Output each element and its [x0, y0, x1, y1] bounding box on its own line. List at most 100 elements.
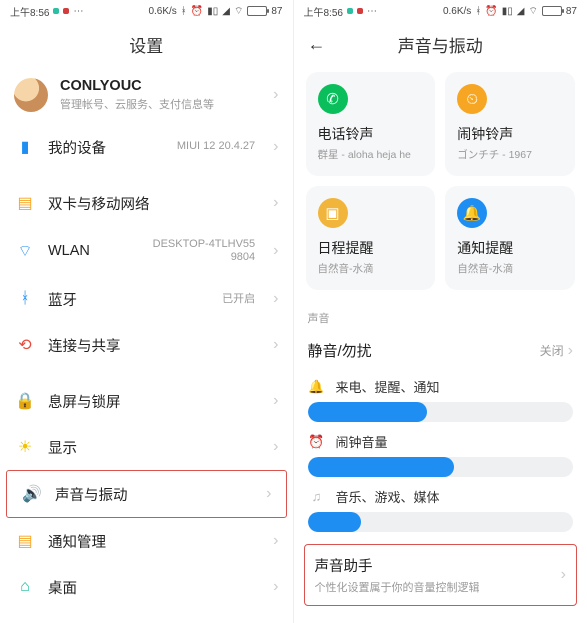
- silent-row[interactable]: 静音/勿扰 关闭 ›: [294, 330, 587, 371]
- card-calendar-reminder[interactable]: ▣ 日程提醒 自然音-水滴: [306, 186, 436, 290]
- assistant-sub: 个性化设置属于你的音量控制逻辑: [315, 579, 480, 595]
- sound-row-highlighted: 🔊 声音与振动 ›: [6, 470, 287, 518]
- battery-pct: 87: [271, 6, 282, 17]
- page-header: ← 声音与振动: [294, 22, 587, 66]
- chevron-right-icon: ›: [273, 86, 278, 104]
- status-more-icon: ⋯: [73, 6, 83, 17]
- media-volume-row: ♫ 音乐、游戏、媒体: [294, 481, 587, 536]
- signal-icon: ▮▯: [207, 6, 218, 17]
- item-label: 息屏与锁屏: [48, 391, 255, 412]
- status-net: 0.6K/s: [443, 6, 471, 17]
- statusbar: 上午8:56 ⋯ 0.6K/s ᚼ ⏰ ▮▯ ◢ ⌔ 87: [294, 0, 587, 22]
- status-time: 上午8:56: [10, 4, 49, 19]
- chevron-right-icon: ›: [273, 336, 278, 354]
- card-sub: 自然音-水滴: [457, 261, 563, 276]
- card-title: 日程提醒: [318, 238, 424, 258]
- status-dot-icon: [347, 8, 353, 14]
- status-dot-icon: [357, 8, 363, 14]
- share-icon: ⟲: [14, 334, 36, 356]
- bluetooth-icon: ᚼ: [475, 6, 481, 17]
- calendar-icon: ▣: [318, 198, 348, 228]
- ring-volume-row: 🔔 来电、提醒、通知: [294, 371, 587, 426]
- page-header: 设置: [0, 22, 293, 66]
- clock-icon: ⏲: [457, 84, 487, 114]
- signal-icon: ◢: [517, 6, 525, 17]
- card-sub: 群星 - aloha heja he: [318, 147, 424, 162]
- card-alarm-ringtone[interactable]: ⏲ 闹钟铃声 ゴンチチ - 1967: [445, 72, 575, 176]
- bell-icon: 🔔: [457, 198, 487, 228]
- sound-assistant-row[interactable]: 声音助手 个性化设置属于你的音量控制逻辑 ›: [304, 544, 578, 606]
- home-row[interactable]: ⌂ 桌面 ›: [0, 564, 293, 610]
- status-time: 上午8:56: [304, 4, 343, 19]
- page-title: 设置: [129, 32, 163, 57]
- settings-pane: 上午8:56 ⋯ 0.6K/s ᚼ ⏰ ▮▯ ◢ ⌔ 87 设置 CONLYOU…: [0, 0, 294, 623]
- status-more-icon: ⋯: [367, 6, 377, 17]
- card-phone-ringtone[interactable]: ✆ 电话铃声 群星 - aloha heja he: [306, 72, 436, 176]
- bluetooth-icon: ᚼ: [14, 288, 36, 310]
- card-title: 闹钟铃声: [457, 124, 563, 144]
- slider-label: 来电、提醒、通知: [336, 377, 440, 396]
- notification-row[interactable]: ▤ 通知管理 ›: [0, 518, 293, 564]
- slider-label: 闹钟音量: [336, 432, 388, 451]
- lockscreen-row[interactable]: 🔒 息屏与锁屏 ›: [0, 378, 293, 424]
- status-net: 0.6K/s: [148, 6, 176, 17]
- item-label: 显示: [48, 437, 255, 458]
- silent-value: 关闭: [540, 342, 564, 359]
- battery-pct: 87: [566, 6, 577, 17]
- silent-label: 静音/勿扰: [308, 340, 372, 361]
- share-row[interactable]: ⟲ 连接与共享 ›: [0, 322, 293, 368]
- wlan-row[interactable]: ⌔ WLAN DESKTOP-4TLHV55 9804 ›: [0, 226, 293, 276]
- bluetooth-icon: ᚼ: [181, 6, 187, 17]
- sim-icon: ▤: [14, 192, 36, 214]
- device-label: 我的设备: [48, 137, 165, 158]
- home-icon: ⌂: [14, 576, 36, 598]
- music-icon: ♫: [308, 489, 326, 504]
- status-dot-icon: [63, 8, 69, 14]
- media-volume-slider[interactable]: [308, 512, 574, 532]
- card-sub: 自然音-水滴: [318, 261, 424, 276]
- sim-row[interactable]: ▤ 双卡与移动网络 ›: [0, 180, 293, 226]
- item-label: WLAN: [48, 243, 141, 259]
- section-label: 声音: [294, 300, 587, 330]
- slider-label: 音乐、游戏、媒体: [336, 487, 440, 506]
- clock-icon: ⏰: [308, 434, 326, 450]
- phone-icon: ▮: [14, 136, 36, 158]
- bluetooth-row[interactable]: ᚼ 蓝牙 已开启 ›: [0, 276, 293, 322]
- bell-icon: 🔔: [308, 379, 326, 395]
- battery-icon: [247, 6, 267, 16]
- display-row[interactable]: ☀ 显示 ›: [0, 424, 293, 470]
- ring-volume-slider[interactable]: [308, 402, 574, 422]
- page-title: 声音与振动: [398, 32, 483, 57]
- chevron-right-icon: ›: [273, 290, 278, 308]
- profile-sub: 管理帐号、云服务、支付信息等: [60, 96, 255, 112]
- battery-icon: [542, 6, 562, 16]
- card-title: 通知提醒: [457, 238, 563, 258]
- speaker-icon: 🔊: [21, 483, 43, 505]
- chevron-right-icon: ›: [273, 578, 278, 596]
- profile-row[interactable]: CONLYOUC 管理帐号、云服务、支付信息等 ›: [0, 66, 293, 124]
- card-sub: ゴンチチ - 1967: [457, 147, 563, 162]
- device-value: MIUI 12 20.4.27: [177, 140, 255, 153]
- chevron-right-icon: ›: [561, 566, 566, 584]
- device-row[interactable]: ▮ 我的设备 MIUI 12 20.4.27 ›: [0, 124, 293, 170]
- chevron-right-icon: ›: [273, 392, 278, 410]
- ringtone-cards: ✆ 电话铃声 群星 - aloha heja he ⏲ 闹钟铃声 ゴンチチ - …: [294, 66, 587, 300]
- wifi-icon: ⌔: [528, 5, 537, 18]
- alarm-icon: ⏰: [485, 6, 497, 17]
- list-icon: ▤: [14, 530, 36, 552]
- profile-name: CONLYOUC: [60, 78, 255, 94]
- alarm-volume-slider[interactable]: [308, 457, 574, 477]
- chevron-right-icon: ›: [266, 485, 271, 503]
- signal-icon: ◢: [222, 6, 230, 17]
- assistant-title: 声音助手: [315, 555, 480, 576]
- alarm-icon: ⏰: [191, 6, 203, 17]
- status-dot-icon: [53, 8, 59, 14]
- item-label: 双卡与移动网络: [48, 193, 255, 214]
- chevron-right-icon: ›: [273, 194, 278, 212]
- sound-row[interactable]: 🔊 声音与振动 ›: [7, 471, 286, 517]
- card-notification-reminder[interactable]: 🔔 通知提醒 自然音-水滴: [445, 186, 575, 290]
- back-button[interactable]: ←: [308, 34, 326, 55]
- item-label: 连接与共享: [48, 335, 255, 356]
- phone-icon: ✆: [318, 84, 348, 114]
- sun-icon: ☀: [14, 436, 36, 458]
